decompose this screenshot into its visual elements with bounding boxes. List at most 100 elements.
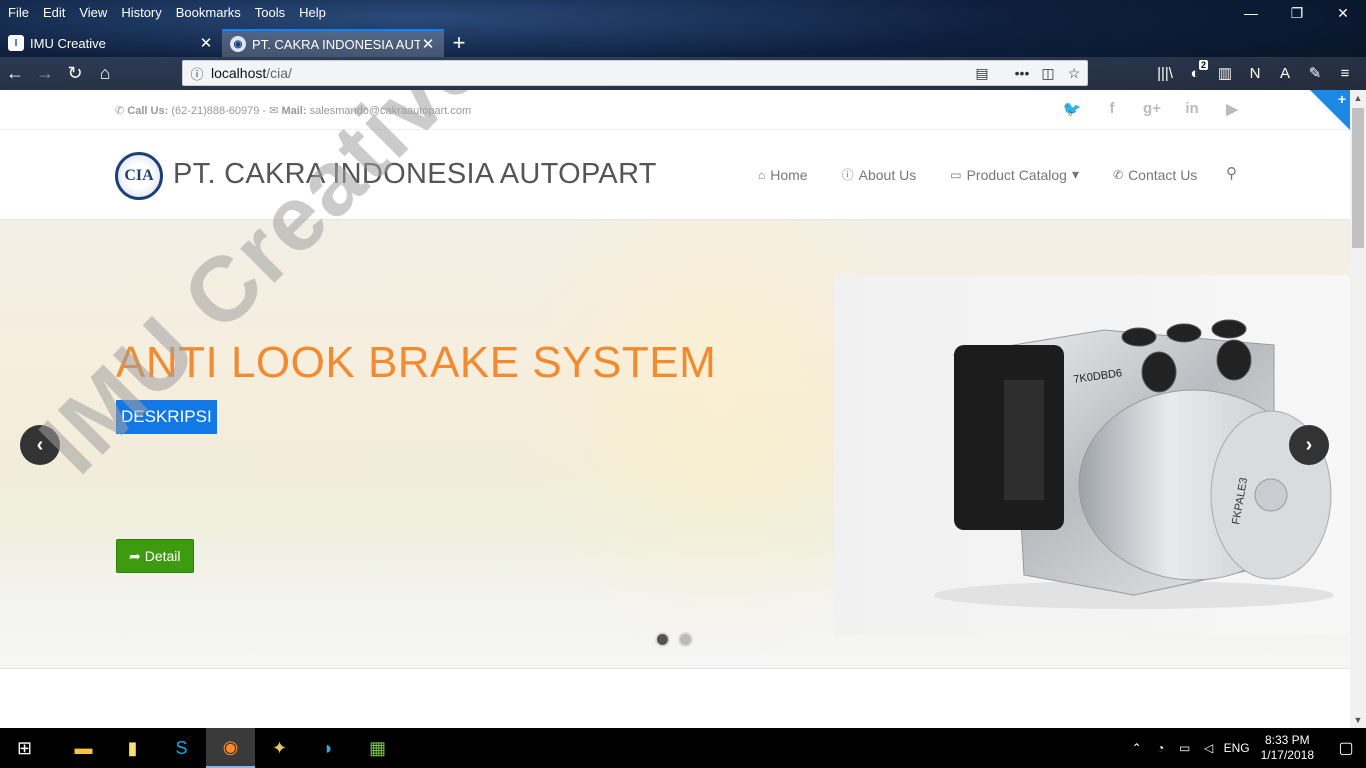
info-icon: ⓘ (841, 168, 854, 182)
content-section (0, 668, 1350, 728)
tab-cakra[interactable]: ◉ PT. CAKRA INDONESIA AUTOPART ✕ (222, 29, 444, 57)
home-icon[interactable]: ⌂ (90, 60, 120, 88)
scroll-up-icon[interactable]: ▲ (1350, 90, 1366, 106)
url-text[interactable]: localhost/cia/ (211, 65, 969, 81)
tab-title: IMU Creative (30, 35, 106, 51)
menu-view[interactable]: View (79, 5, 107, 20)
menu-edit[interactable]: Edit (43, 5, 65, 20)
sticky-notes-icon[interactable]: ▮ (108, 728, 157, 768)
youtube-icon[interactable]: ▶ (1212, 100, 1252, 118)
search-icon[interactable]: ⚲ (1226, 164, 1237, 182)
next-slide-button[interactable]: › (1289, 425, 1329, 465)
pen-icon[interactable]: ✎ (1300, 59, 1330, 87)
abs-module-illustration: 7K0DBD6 FKPALE3 (934, 319, 1334, 609)
contact-info: ✆ Call Us: (62-21)888-60979 - ✉ Mail: sa… (115, 104, 471, 117)
new-tab-button[interactable]: + (444, 29, 474, 57)
pocket-icon[interactable]: ◫ (1035, 65, 1061, 82)
home-icon: ⌂ (758, 167, 766, 182)
main-nav: ⌂ Home ⓘ About Us ▭ Product Catalog ▾ ✆ Conta… (758, 166, 1231, 183)
slide-indicator-2[interactable] (678, 632, 693, 647)
mail-label: Mail: (281, 105, 307, 117)
back-icon[interactable]: ← (0, 60, 30, 88)
email-address[interactable]: salesmando@cakraautopart.com (310, 105, 472, 117)
site-info-icon[interactable]: ⓘ (183, 64, 211, 83)
wifi-icon[interactable]: ◔ (1149, 741, 1173, 755)
tab-imu-creative[interactable]: I IMU Creative ✕ (0, 29, 222, 57)
system-tray: ⌃ ◔ ▭ ◁ ENG 8:33 PM 1/17/2018 ▢ (1125, 728, 1366, 768)
extension-icon[interactable]: ◐ 2 (1180, 59, 1210, 87)
imu-favicon-icon: I (8, 35, 24, 51)
language-indicator[interactable]: ENG (1221, 741, 1253, 755)
linkedin-icon[interactable]: in (1172, 100, 1212, 118)
reader-view-icon[interactable]: ▤ (969, 65, 995, 82)
nav-home[interactable]: ⌂ Home (758, 166, 808, 183)
url-bar[interactable]: ⓘ localhost/cia/ ▤ ••• ◫ ☆ (182, 60, 1088, 86)
nav-catalog-label: Product Catalog (966, 166, 1067, 183)
chevron-up-icon[interactable]: ⌃ (1125, 741, 1149, 755)
tab-bar: I IMU Creative ✕ ◉ PT. CAKRA INDONESIA A… (0, 28, 1366, 57)
clock-date: 1/17/2018 (1260, 748, 1314, 762)
project-app-icon[interactable]: ▦ (353, 728, 402, 768)
phone-number: (62-21)888-60979 - (171, 105, 267, 117)
nav-about-label: About Us (858, 166, 917, 183)
scroll-down-icon[interactable]: ▼ (1350, 712, 1366, 728)
menu-bookmarks[interactable]: Bookmarks (176, 5, 241, 20)
google-plus-icon[interactable]: g+ (1132, 100, 1172, 118)
menu-help[interactable]: Help (299, 5, 326, 20)
phone-icon: ✆ (1113, 167, 1124, 182)
tab-title: PT. CAKRA INDONESIA AUTOPART (252, 36, 420, 52)
brand-name[interactable]: PT. CAKRA INDONESIA AUTOPART (173, 158, 657, 191)
nav-contact-us[interactable]: ✆ Contact Us (1113, 166, 1197, 183)
nav-contact-label: Contact Us (1128, 166, 1198, 183)
notification-icon[interactable]: ▢ (1326, 738, 1366, 758)
paint-icon[interactable]: ✦ (255, 728, 304, 768)
translate-icon[interactable]: A (1270, 59, 1300, 87)
firefox-icon[interactable]: ◉ (206, 728, 255, 768)
abs-module-image: 7K0DBD6 FKPALE3 (834, 275, 1350, 635)
menu-history[interactable]: History (121, 5, 161, 20)
detail-button[interactable]: ➦ Detail (116, 539, 194, 573)
bookmark-star-icon[interactable]: ☆ (1061, 65, 1087, 82)
nav-product-catalog[interactable]: ▭ Product Catalog ▾ (950, 166, 1079, 183)
slide-indicator-1[interactable] (655, 632, 670, 647)
menu-tools[interactable]: Tools (255, 5, 285, 20)
notes-extension-icon[interactable]: N (1240, 59, 1270, 87)
share-icon: ➦ (129, 547, 141, 564)
facebook-icon[interactable]: f (1092, 100, 1132, 118)
tab-close-icon[interactable]: ✕ (420, 35, 436, 53)
window-controls: — ❐ ✕ (1228, 0, 1366, 26)
nav-about-us[interactable]: ⓘ About Us (842, 166, 917, 183)
skype-icon[interactable]: S (157, 728, 206, 768)
site-header: CIA PT. CAKRA INDONESIA AUTOPART ⌂ Home ⓘ… (0, 130, 1350, 220)
volume-icon[interactable]: ◁ (1197, 741, 1221, 755)
page-actions-icon[interactable]: ••• (1009, 65, 1035, 81)
restore-button[interactable]: ❐ (1274, 0, 1320, 26)
forward-icon[interactable]: → (30, 60, 60, 88)
navigation-toolbar: ← → ↻ ⌂ ⓘ localhost/cia/ ▤ ••• ◫ ☆ |||\ … (0, 57, 1366, 90)
slider-indicators (655, 632, 701, 647)
logo-text: CIA (124, 167, 154, 184)
tab-close-icon[interactable]: ✕ (198, 34, 214, 52)
page-scrollbar[interactable]: ▲ ▼ (1350, 90, 1366, 728)
menu-file[interactable]: File (8, 5, 29, 20)
file-explorer-icon[interactable]: ▬ (59, 728, 108, 768)
reload-icon[interactable]: ↻ (60, 60, 90, 88)
nav-home-label: Home (770, 166, 808, 183)
minimize-button[interactable]: — (1228, 0, 1274, 26)
social-links: 🐦 f g+ in ▶ (1052, 100, 1252, 118)
company-logo[interactable]: CIA (115, 152, 163, 200)
cia-favicon-icon: ◉ (230, 36, 246, 52)
scroll-thumb[interactable] (1352, 108, 1364, 248)
previous-slide-button[interactable]: ‹ (20, 425, 60, 465)
clock[interactable]: 8:33 PM 1/17/2018 (1261, 733, 1314, 763)
sidebar-icon[interactable]: ▥ (1210, 59, 1240, 87)
library-icon[interactable]: |||\ (1150, 59, 1180, 87)
dolphin-app-icon[interactable]: ◗ (304, 728, 353, 768)
hamburger-menu-icon[interactable]: ≡ (1330, 59, 1360, 87)
battery-icon[interactable]: ▭ (1173, 741, 1197, 755)
plus-icon[interactable]: + (1338, 91, 1346, 107)
close-window-button[interactable]: ✕ (1320, 0, 1366, 26)
url-path: /cia/ (266, 65, 292, 81)
twitter-icon[interactable]: 🐦 (1052, 100, 1092, 118)
windows-start-icon[interactable]: ⊞ (0, 728, 49, 768)
